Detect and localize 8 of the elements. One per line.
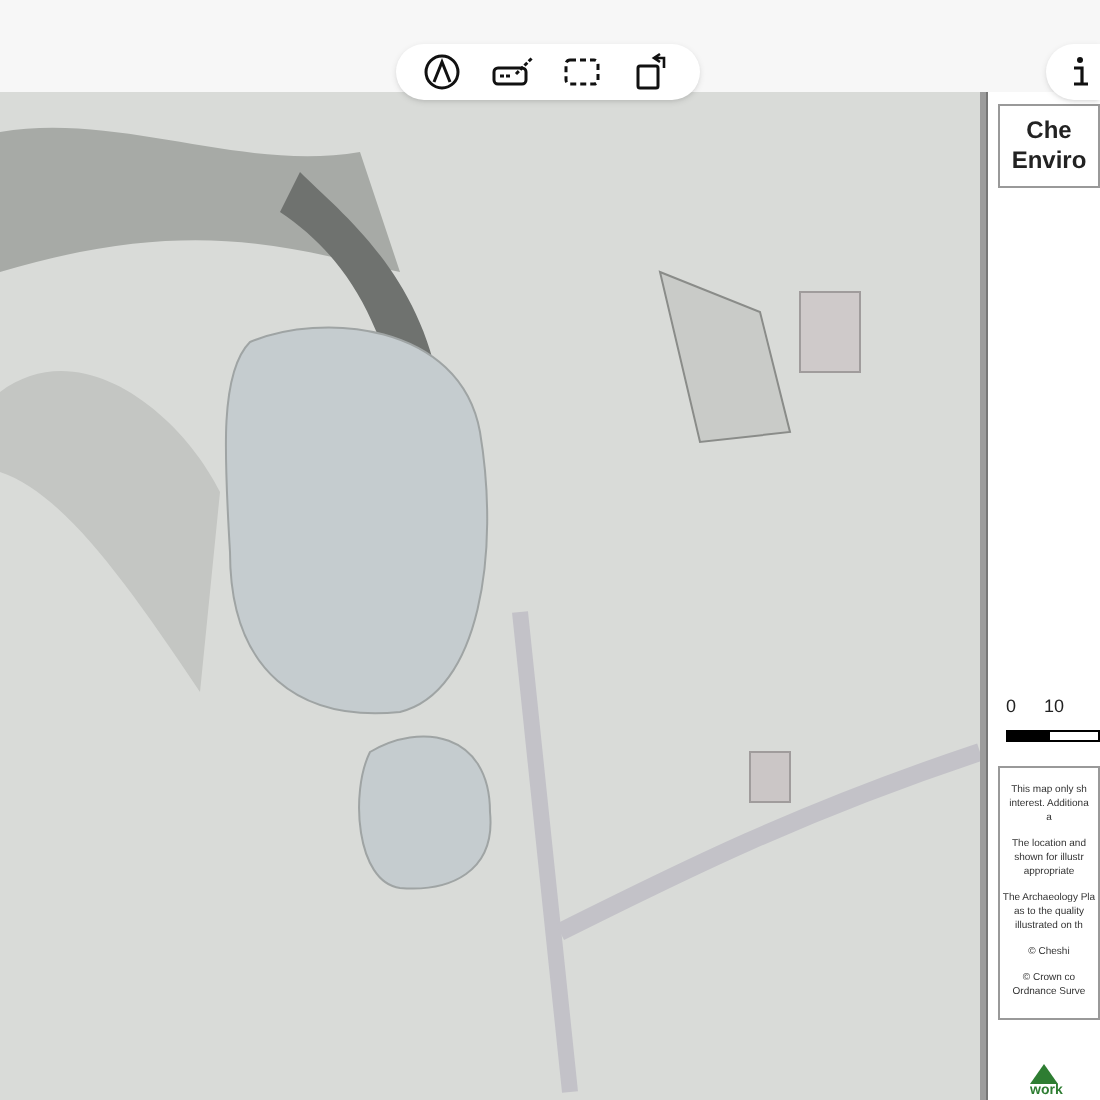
info-icon [1070, 56, 1090, 88]
signature-icon [492, 52, 534, 92]
scale-label: 10 [1044, 693, 1065, 719]
logo-icon [1030, 1064, 1058, 1084]
legend-title: Enviro [1011, 145, 1087, 176]
markup-icon [422, 52, 464, 92]
scale-label: 0 [1006, 693, 1017, 719]
legend-title: Che [1026, 115, 1072, 146]
